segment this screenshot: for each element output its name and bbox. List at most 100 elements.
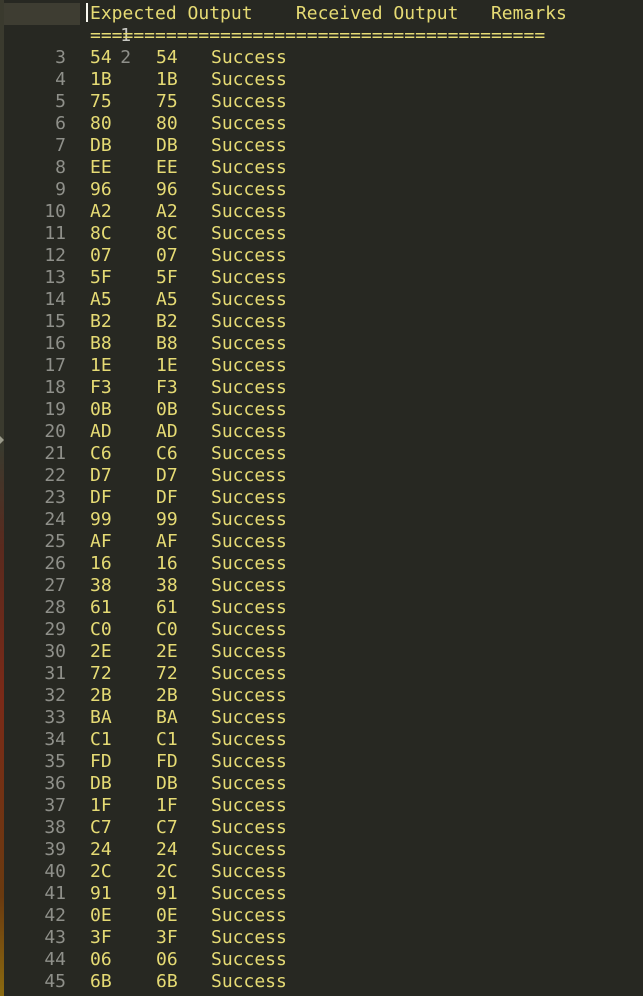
- expected-output-value: 2B: [90, 685, 112, 706]
- remarks-value: Success: [211, 575, 287, 596]
- editor-line[interactable]: 37 1F 1F Success: [4, 795, 643, 817]
- editor-line[interactable]: 26 16 16 Success: [4, 553, 643, 575]
- remarks-value: Success: [211, 69, 287, 90]
- line-number: 16: [44, 333, 66, 354]
- editor-line[interactable]: 3 54 54 Success: [4, 47, 643, 69]
- editor-line[interactable]: 41 91 91 Success: [4, 883, 643, 905]
- expected-output-value: C0: [90, 619, 112, 640]
- expected-output-value: 07: [90, 245, 112, 266]
- expected-output-value: 16: [90, 553, 112, 574]
- received-output-value: 2E: [156, 641, 178, 662]
- editor-line[interactable]: 43 3F 3F Success: [4, 927, 643, 949]
- editor-line[interactable]: 7 DB DB Success: [4, 135, 643, 157]
- text-cursor: [86, 3, 88, 22]
- expected-output-value: 8C: [90, 223, 112, 244]
- expected-output-value: F3: [90, 377, 112, 398]
- received-output-value: 8C: [156, 223, 178, 244]
- expected-output-value: 2E: [90, 641, 112, 662]
- editor-line[interactable]: 19 0B 0B Success: [4, 399, 643, 421]
- remarks-value: Success: [211, 267, 287, 288]
- received-output-value: 24: [156, 839, 178, 860]
- editor-line[interactable]: 5 75 75 Success: [4, 91, 643, 113]
- received-output-value: 5F: [156, 267, 178, 288]
- editor-line[interactable]: 31 72 72 Success: [4, 663, 643, 685]
- editor-line[interactable]: 14 A5 A5 Success: [4, 289, 643, 311]
- line-number: 18: [44, 377, 66, 398]
- editor-line[interactable]: 35 FD FD Success: [4, 751, 643, 773]
- editor-line[interactable]: 24 99 99 Success: [4, 509, 643, 531]
- received-output-value: 75: [156, 91, 178, 112]
- editor-line[interactable]: 22 D7 D7 Success: [4, 465, 643, 487]
- editor-line[interactable]: 4 1B 1B Success: [4, 69, 643, 91]
- editor-line[interactable]: 13 5F 5F Success: [4, 267, 643, 289]
- editor-line[interactable]: 44 06 06 Success: [4, 949, 643, 971]
- editor-line[interactable]: 1 Expected Output Received Output Remarks: [4, 3, 643, 46]
- expected-output-value: 80: [90, 113, 112, 134]
- line-number: 19: [44, 399, 66, 420]
- editor-line[interactable]: 12 07 07 Success: [4, 245, 643, 267]
- line-number: 11: [44, 223, 66, 244]
- editor-line[interactable]: 28 61 61 Success: [4, 597, 643, 619]
- editor-line[interactable]: 18 F3 F3 Success: [4, 377, 643, 399]
- expected-output-value: 1E: [90, 355, 112, 376]
- editor-line[interactable]: 8 EE EE Success: [4, 157, 643, 179]
- remarks-value: Success: [211, 509, 287, 530]
- line-number: 15: [44, 311, 66, 332]
- line-number: 25: [44, 531, 66, 552]
- remarks-value: Success: [211, 487, 287, 508]
- editor-line[interactable]: 11 8C 8C Success: [4, 223, 643, 245]
- expected-output-value: C7: [90, 817, 112, 838]
- editor-line[interactable]: 2 =======================================…: [4, 25, 643, 68]
- editor-line[interactable]: 15 B2 B2 Success: [4, 311, 643, 333]
- line-number: 4: [55, 69, 66, 90]
- editor-line[interactable]: 17 1E 1E Success: [4, 355, 643, 377]
- remarks-value: Success: [211, 443, 287, 464]
- editor-line[interactable]: 40 2C 2C Success: [4, 861, 643, 883]
- expected-output-value: 1F: [90, 795, 112, 816]
- editor-line[interactable]: 34 C1 C1 Success: [4, 729, 643, 751]
- editor-line[interactable]: 36 DB DB Success: [4, 773, 643, 795]
- remarks-value: Success: [211, 421, 287, 442]
- text-editor[interactable]: 1 Expected Output Received Output Remarks…: [0, 0, 643, 996]
- line-number: 27: [44, 575, 66, 596]
- editor-line[interactable]: 25 AF AF Success: [4, 531, 643, 553]
- expected-output-value: 72: [90, 663, 112, 684]
- editor-line[interactable]: 27 38 38 Success: [4, 575, 643, 597]
- expected-output-value: 3F: [90, 927, 112, 948]
- editor-line[interactable]: 20 AD AD Success: [4, 421, 643, 443]
- expected-output-value: 6B: [90, 971, 112, 992]
- editor-line[interactable]: 23 DF DF Success: [4, 487, 643, 509]
- editor-line[interactable]: 16 B8 B8 Success: [4, 333, 643, 355]
- received-output-value: 16: [156, 553, 178, 574]
- editor-line[interactable]: 38 C7 C7 Success: [4, 817, 643, 839]
- remarks-value: Success: [211, 861, 287, 882]
- received-output-value: 3F: [156, 927, 178, 948]
- editor-lines[interactable]: 1 Expected Output Received Output Remarks…: [4, 3, 643, 993]
- remarks-value: Success: [211, 135, 287, 156]
- received-output-value: 38: [156, 575, 178, 596]
- remarks-value: Success: [211, 817, 287, 838]
- editor-line[interactable]: 32 2B 2B Success: [4, 685, 643, 707]
- editor-line[interactable]: 30 2E 2E Success: [4, 641, 643, 663]
- editor-line[interactable]: 9 96 96 Success: [4, 179, 643, 201]
- editor-line[interactable]: 33 BA BA Success: [4, 707, 643, 729]
- editor-line[interactable]: 45 6B 6B Success: [4, 971, 643, 993]
- received-output-value: BA: [156, 707, 178, 728]
- editor-line[interactable]: 6 80 80 Success: [4, 113, 643, 135]
- expected-output-value: B8: [90, 333, 112, 354]
- editor-line[interactable]: 21 C6 C6 Success: [4, 443, 643, 465]
- editor-line[interactable]: 29 C0 C0 Success: [4, 619, 643, 641]
- remarks-value: Success: [211, 201, 287, 222]
- received-output-value: C7: [156, 817, 178, 838]
- editor-line[interactable]: 42 0E 0E Success: [4, 905, 643, 927]
- received-output-value: DB: [156, 135, 178, 156]
- header-line-text: Expected Output Received Output Remarks: [90, 3, 567, 24]
- received-output-value: 0E: [156, 905, 178, 926]
- expected-output-value: D7: [90, 465, 112, 486]
- separator-line-text: ========================================…: [90, 25, 546, 46]
- remarks-value: Success: [211, 949, 287, 970]
- editor-line[interactable]: 39 24 24 Success: [4, 839, 643, 861]
- remarks-value: Success: [211, 245, 287, 266]
- remarks-value: Success: [211, 465, 287, 486]
- editor-line[interactable]: 10 A2 A2 Success: [4, 201, 643, 223]
